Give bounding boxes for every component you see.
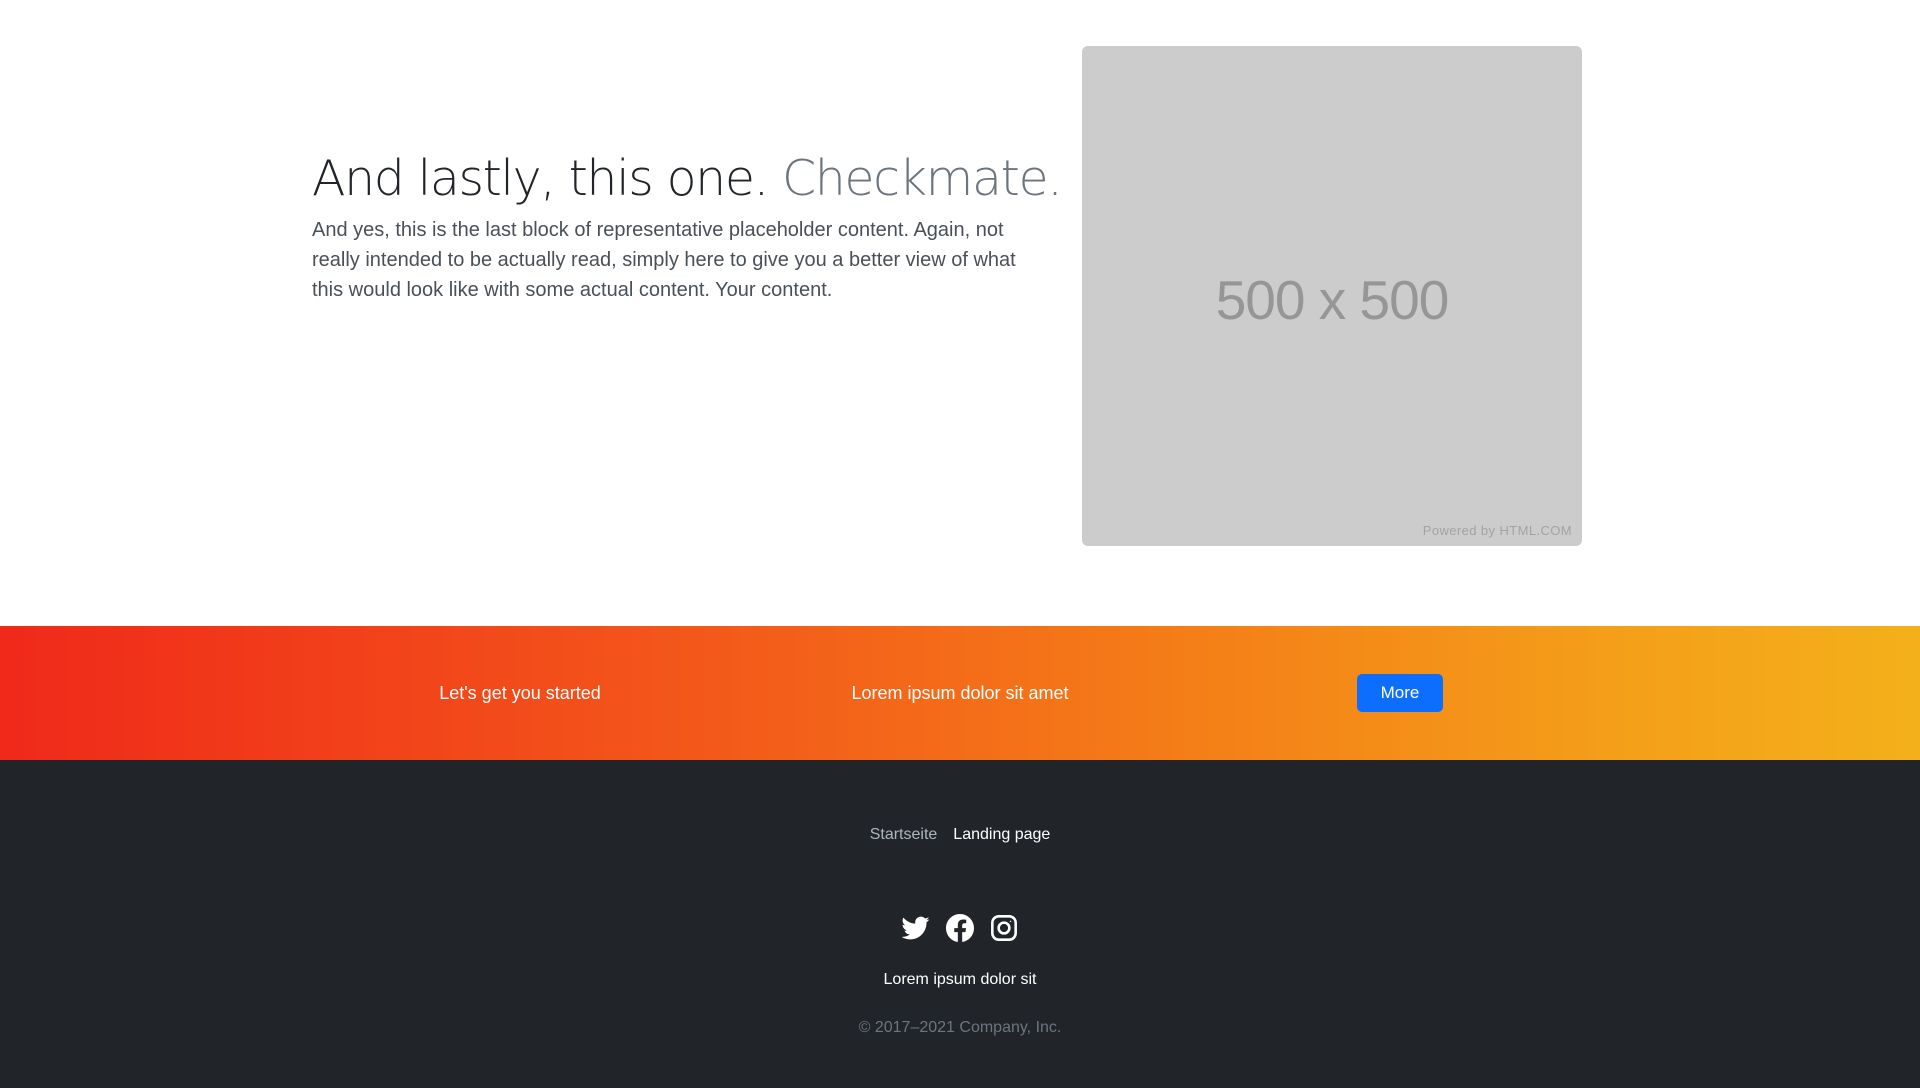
heading-main: And lastly, this one. xyxy=(312,150,769,207)
featurette-lead: And yes, this is the last block of repre… xyxy=(312,218,1016,301)
footer-copyright: © 2017–2021 Company, Inc. xyxy=(858,1019,1062,1036)
placeholder-image: 500 x 500 Powered by HTML.COM xyxy=(1082,46,1582,546)
social-links xyxy=(0,914,1920,942)
more-button[interactable]: More xyxy=(1356,674,1444,712)
facebook-icon[interactable] xyxy=(946,914,974,942)
featurette-text: And lastly, this one. Checkmate. And yes… xyxy=(312,150,1063,305)
footer-tagline: Lorem ipsum dolor sit xyxy=(883,971,1037,988)
heading-muted: Checkmate. xyxy=(781,150,1063,207)
cta-left-text: Let's get you started xyxy=(439,682,601,703)
twitter-icon[interactable] xyxy=(902,914,930,942)
placeholder-size-label: 500 x 500 xyxy=(1215,269,1450,331)
cta-band: Let's get you started Lorem ipsum dolor … xyxy=(0,626,1920,760)
cta-button-wrapper: More xyxy=(1200,626,1600,760)
featurette-section: And lastly, this one. Checkmate. And yes… xyxy=(0,0,1920,626)
footer-link-startseite[interactable]: Startseite xyxy=(870,826,938,844)
placeholder-credit: Powered by HTML.COM xyxy=(1422,523,1572,538)
footer-nav: Startseite Landing page xyxy=(0,826,1920,844)
footer-link-landing-page[interactable]: Landing page xyxy=(953,826,1050,844)
instagram-icon[interactable] xyxy=(990,914,1018,942)
cta-middle-text: Lorem ipsum dolor sit amet xyxy=(851,682,1069,703)
featurette-heading: And lastly, this one. Checkmate. xyxy=(312,150,1063,209)
footer: Startseite Landing page Lorem ipsum dolo… xyxy=(0,760,1920,1088)
